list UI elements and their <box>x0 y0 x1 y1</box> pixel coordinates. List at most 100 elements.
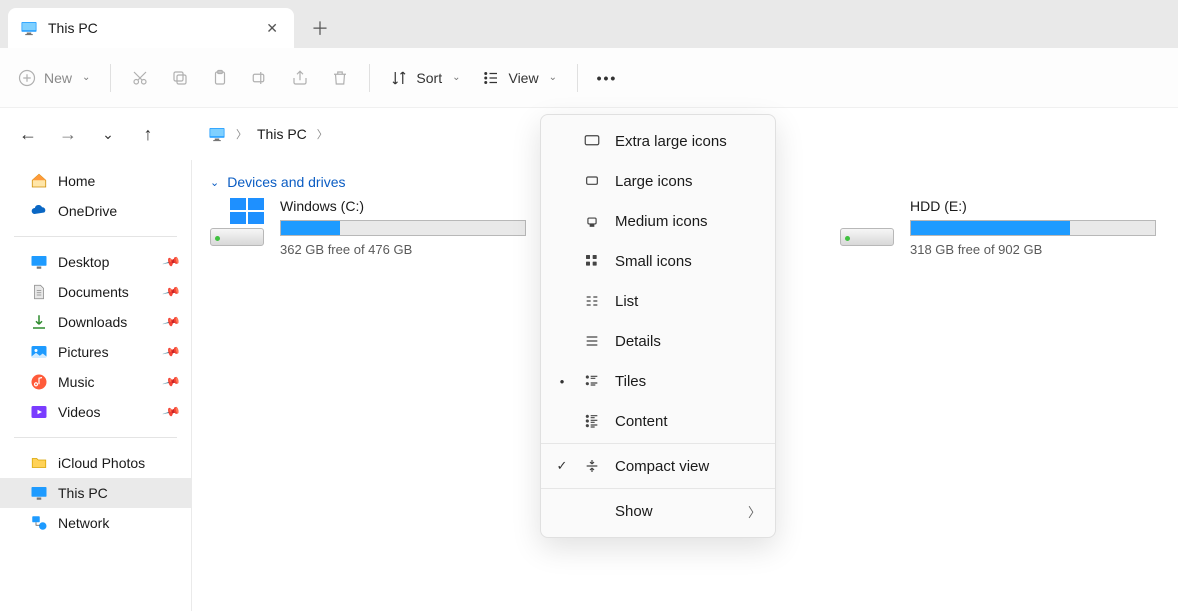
drive-item[interactable]: HDD (E:) 318 GB free of 902 GB <box>840 198 1160 257</box>
view-menu: Extra large icons Large icons Medium ico… <box>540 114 776 538</box>
view-option-medium-icons[interactable]: Medium icons <box>541 201 775 241</box>
rename-button[interactable] <box>251 60 269 96</box>
view-button[interactable]: View ⌄ <box>482 60 556 96</box>
recent-locations-button[interactable]: ⌄ <box>98 126 118 143</box>
more-button[interactable]: ••• <box>598 60 616 96</box>
new-label: New <box>44 70 72 86</box>
sidebar-item-downloads[interactable]: Downloads 📌 <box>0 307 191 337</box>
compact-view-icon <box>583 457 601 475</box>
view-label: View <box>508 70 538 86</box>
view-option-details[interactable]: Details <box>541 321 775 361</box>
drive-e-icon <box>840 198 894 246</box>
sidebar-item-desktop[interactable]: Desktop 📌 <box>0 247 191 277</box>
back-button[interactable]: ← <box>18 124 38 145</box>
check-icon: ✓ <box>555 458 569 474</box>
sidebar-item-network[interactable]: Network <box>0 508 191 538</box>
chevron-right-icon: 〉 <box>748 502 761 521</box>
small-icons-icon <box>583 252 601 270</box>
plus-circle-icon <box>18 69 36 87</box>
up-button[interactable]: ↑ <box>138 124 158 145</box>
cut-button[interactable] <box>131 60 149 96</box>
sidebar-item-documents[interactable]: Documents 📌 <box>0 277 191 307</box>
sidebar: Home OneDrive Desktop 📌 Documents 📌 <box>0 160 192 611</box>
pin-icon: 📌 <box>162 252 182 272</box>
folder-icon <box>30 454 48 472</box>
sidebar-item-this-pc[interactable]: This PC <box>0 478 191 508</box>
separator <box>541 443 775 444</box>
drive-c-icon <box>210 198 264 246</box>
breadcrumb-location[interactable]: This PC <box>257 126 307 142</box>
medium-icons-icon <box>583 212 601 230</box>
menu-check: • <box>555 374 569 389</box>
view-option-extra-large-icons[interactable]: Extra large icons <box>541 121 775 161</box>
tab-this-pc[interactable]: This PC ✕ <box>8 8 294 48</box>
copy-icon <box>171 69 189 87</box>
separator <box>14 437 177 438</box>
copy-button[interactable] <box>171 60 189 96</box>
view-option-large-icons[interactable]: Large icons <box>541 161 775 201</box>
sidebar-item-label: Videos <box>58 404 101 420</box>
sidebar-item-label: OneDrive <box>58 203 117 219</box>
menu-item-label: Small icons <box>615 253 692 270</box>
trash-icon <box>331 69 349 87</box>
drive-item[interactable]: Windows (C:) 362 GB free of 476 GB <box>210 198 530 257</box>
share-button[interactable] <box>291 60 309 96</box>
menu-item-label: Extra large icons <box>615 133 727 150</box>
view-option-tiles[interactable]: • Tiles <box>541 361 775 401</box>
drive-name: Windows (C:) <box>280 198 530 214</box>
content-icon <box>583 412 601 430</box>
sidebar-item-label: Network <box>58 515 109 531</box>
details-icon <box>583 332 601 350</box>
document-icon <box>30 283 48 301</box>
toolbar: New ⌄ <box>0 48 1178 108</box>
drive-free-text: 318 GB free of 902 GB <box>910 242 1160 257</box>
sidebar-item-label: iCloud Photos <box>58 455 145 471</box>
view-option-compact-view[interactable]: ✓ Compact view <box>541 446 775 486</box>
monitor-icon <box>208 125 226 143</box>
menu-item-label: Large icons <box>615 173 693 190</box>
sort-button[interactable]: Sort ⌄ <box>390 60 460 96</box>
cloud-icon <box>30 202 48 220</box>
sidebar-item-music[interactable]: Music 📌 <box>0 367 191 397</box>
new-tab-button[interactable]: ＋ <box>300 8 340 48</box>
paste-button[interactable] <box>211 60 229 96</box>
music-icon <box>30 373 48 391</box>
chevron-down-icon: ⌄ <box>210 176 219 189</box>
view-option-small-icons[interactable]: Small icons <box>541 241 775 281</box>
new-button[interactable]: New ⌄ <box>18 60 90 96</box>
view-icon <box>482 69 500 87</box>
sort-icon <box>390 69 408 87</box>
view-option-content[interactable]: Content <box>541 401 775 441</box>
breadcrumb[interactable]: 〉 This PC 〉 <box>208 125 328 143</box>
chevron-right-icon: 〉 <box>317 126 328 142</box>
tiles-icon <box>583 372 601 390</box>
clipboard-icon <box>211 69 229 87</box>
separator <box>577 64 578 92</box>
sidebar-item-pictures[interactable]: Pictures 📌 <box>0 337 191 367</box>
sidebar-item-onedrive[interactable]: OneDrive <box>0 196 191 226</box>
tab-close-icon[interactable]: ✕ <box>262 16 282 41</box>
menu-item-label: List <box>615 293 638 310</box>
menu-item-label: Tiles <box>615 373 646 390</box>
chevron-right-icon: 〉 <box>236 126 247 142</box>
forward-button[interactable]: → <box>58 124 78 145</box>
sidebar-item-icloud-photos[interactable]: iCloud Photos <box>0 448 191 478</box>
drive-usage-bar <box>280 220 526 236</box>
sidebar-item-label: Downloads <box>58 314 127 330</box>
ellipsis-icon: ••• <box>598 69 616 87</box>
pin-icon: 📌 <box>162 402 182 422</box>
sidebar-item-videos[interactable]: Videos 📌 <box>0 397 191 427</box>
drive-name: HDD (E:) <box>910 198 1160 214</box>
sidebar-item-label: Music <box>58 374 95 390</box>
view-option-list[interactable]: List <box>541 281 775 321</box>
view-option-show[interactable]: Show 〉 <box>541 491 775 531</box>
sidebar-item-label: Home <box>58 173 95 189</box>
separator <box>369 64 370 92</box>
tab-bar: This PC ✕ ＋ <box>0 0 1178 48</box>
drive-usage-bar <box>910 220 1156 236</box>
separator <box>14 236 177 237</box>
large-icons-icon <box>583 172 601 190</box>
delete-button[interactable] <box>331 60 349 96</box>
sidebar-item-home[interactable]: Home <box>0 166 191 196</box>
chevron-down-icon: ⌄ <box>82 72 90 83</box>
